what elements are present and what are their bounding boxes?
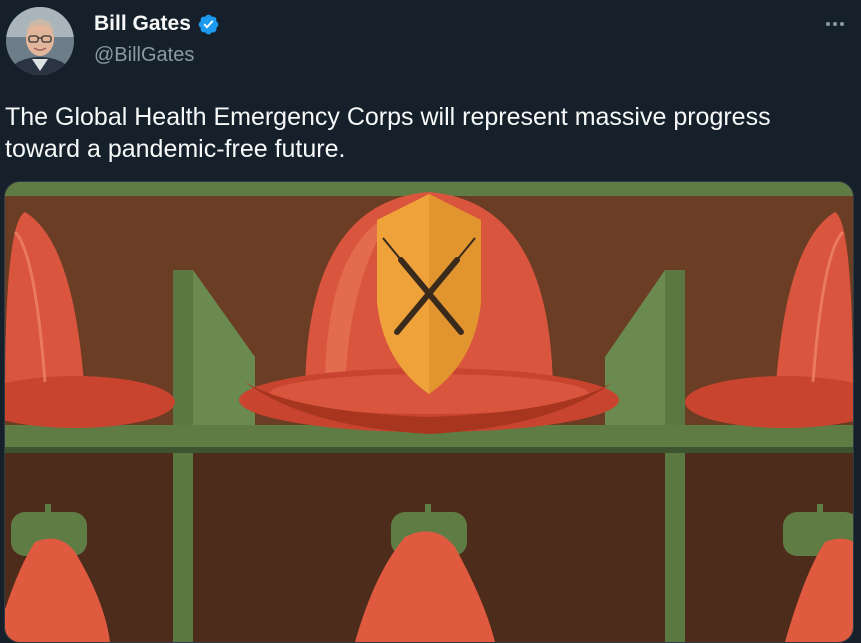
display-name[interactable]: Bill Gates	[94, 12, 191, 36]
handle[interactable]: @BillGates	[94, 44, 220, 67]
author-info: Bill Gates @BillGates	[94, 10, 220, 67]
more-horizontal-icon[interactable]	[823, 12, 847, 36]
verified-badge-icon	[197, 13, 220, 36]
avatar[interactable]	[6, 7, 74, 75]
illustration	[5, 182, 853, 642]
profile-photo	[6, 7, 74, 75]
name-row: Bill Gates	[94, 10, 220, 38]
tweet-media[interactable]	[4, 181, 854, 643]
tweet-text: The Global Health Emergency Corps will r…	[5, 103, 771, 163]
